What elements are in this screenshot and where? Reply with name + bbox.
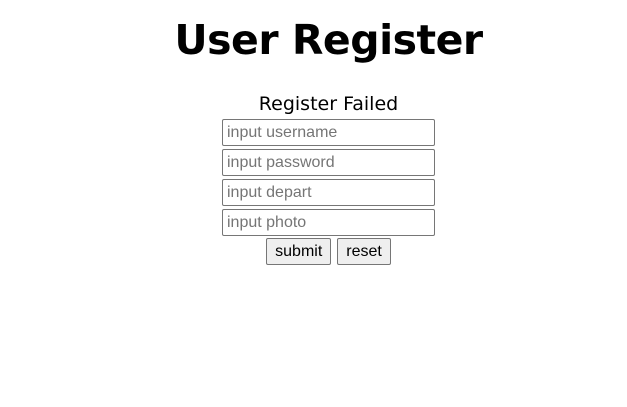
- username-input[interactable]: [222, 119, 435, 146]
- register-form: [222, 119, 435, 239]
- page-title: User Register: [174, 16, 483, 64]
- register-page: User Register Register Failed submit res…: [0, 0, 627, 407]
- submit-button[interactable]: submit: [266, 238, 332, 265]
- reset-button[interactable]: reset: [337, 238, 391, 265]
- password-input[interactable]: [222, 149, 435, 176]
- form-actions: submit reset: [0, 238, 627, 265]
- depart-input[interactable]: [222, 179, 435, 206]
- photo-input[interactable]: [222, 209, 435, 236]
- status-message: Register Failed: [258, 93, 399, 115]
